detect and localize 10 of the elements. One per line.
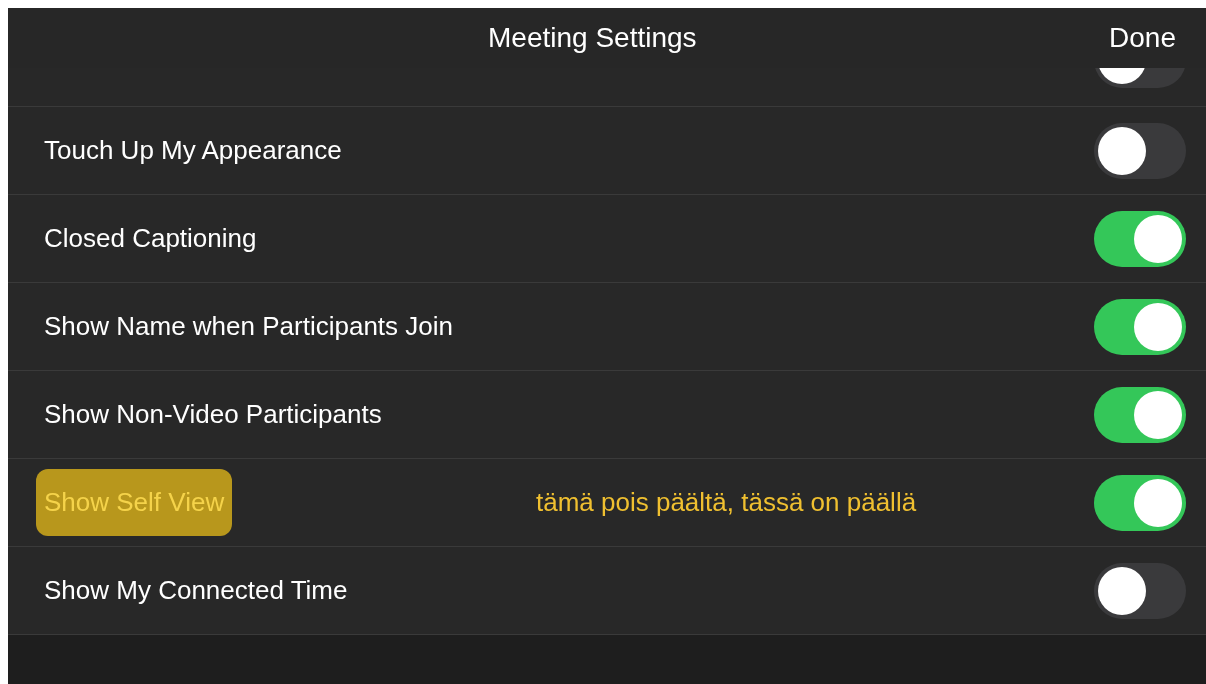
setting-label: Show My Connected Time	[43, 574, 349, 607]
setting-label: Show Non-Video Participants	[43, 398, 383, 431]
toggle-switch[interactable]	[1094, 210, 1186, 267]
window-title: Meeting Settings	[488, 21, 697, 55]
setting-label: Closed Captioning	[43, 222, 258, 255]
annotation-note: tämä pois päältä, tässä on päällä	[536, 487, 917, 517]
done-button[interactable]: Done	[1109, 17, 1176, 59]
setting-label: Touch Up My Appearance	[43, 134, 343, 167]
setting-label: Show Name when Participants Join	[43, 310, 454, 343]
setting-label: Show Self View	[36, 469, 233, 536]
